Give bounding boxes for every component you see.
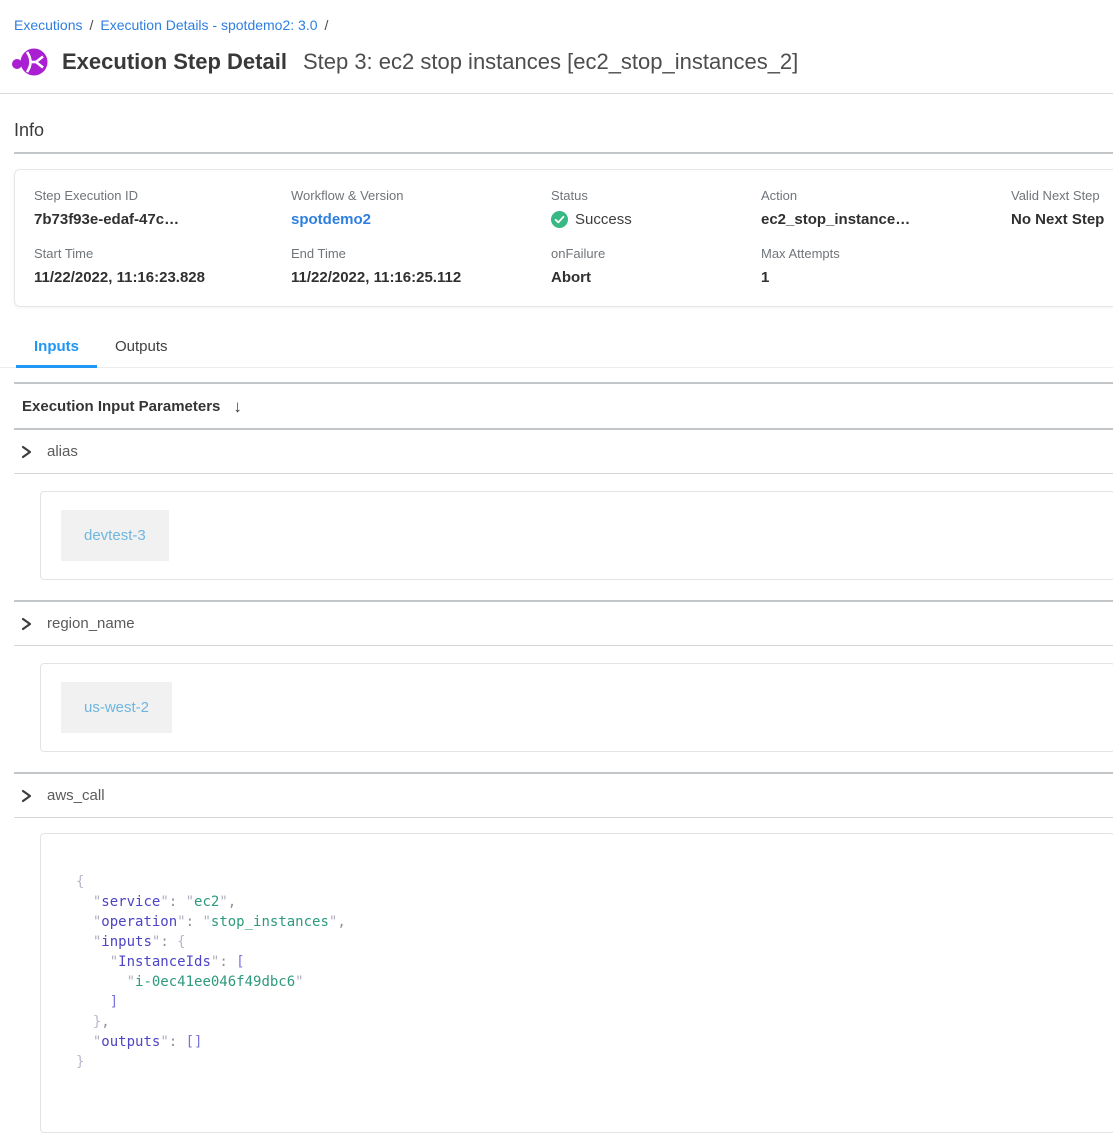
- param-value-chip: us-west-2: [61, 682, 172, 733]
- param-panel-alias: devtest-3: [40, 491, 1113, 580]
- field-end-time: End Time 11/22/2022, 11:16:25.112: [291, 246, 551, 286]
- field-label: Step Execution ID: [34, 188, 291, 203]
- chevron-right-icon: [20, 445, 33, 459]
- field-workflow-version: Workflow & Version spotdemo2: [291, 188, 551, 228]
- field-max-attempts: Max Attempts 1: [761, 246, 1011, 286]
- field-onfailure: onFailure Abort: [551, 246, 761, 286]
- divider: [14, 645, 1113, 646]
- info-heading: Info: [14, 120, 1099, 141]
- field-label: Status: [551, 188, 761, 203]
- workflow-link[interactable]: spotdemo2: [291, 211, 551, 228]
- divider: [14, 152, 1113, 154]
- param-name: alias: [47, 443, 78, 460]
- chevron-right-icon: [20, 789, 33, 803]
- page-title: Execution Step Detail: [62, 49, 287, 75]
- param-header-region-name[interactable]: region_name: [0, 602, 1113, 645]
- step-info-card: Step Execution ID 7b73f93e-edaf-47c… Wor…: [14, 169, 1113, 307]
- param-header-alias[interactable]: alias: [0, 430, 1113, 473]
- field-label: End Time: [291, 246, 551, 261]
- param-panel-region-name: us-west-2: [40, 663, 1113, 752]
- param-name: region_name: [47, 615, 135, 632]
- section-title: Execution Input Parameters: [22, 398, 220, 415]
- divider: [0, 93, 1113, 94]
- field-start-time: Start Time 11/22/2022, 11:16:23.828: [34, 246, 291, 286]
- download-arrow-icon[interactable]: ↓: [233, 398, 242, 415]
- app-logo-icon: [12, 45, 48, 79]
- field-label: Max Attempts: [761, 246, 1011, 261]
- field-value: ec2_stop_instance…: [761, 211, 1011, 228]
- tab-inputs[interactable]: Inputs: [16, 330, 97, 368]
- breadcrumb-link-execution-details[interactable]: Execution Details - spotdemo2: 3.0: [100, 17, 317, 33]
- breadcrumb-separator: /: [89, 17, 93, 33]
- param-name: aws_call: [47, 787, 105, 804]
- field-valid-next-step: Valid Next Step No Next Step: [1011, 188, 1113, 228]
- breadcrumb-separator: /: [325, 17, 329, 33]
- divider: [14, 817, 1113, 818]
- field-label: Valid Next Step: [1011, 188, 1113, 203]
- field-label: Action: [761, 188, 1011, 203]
- tab-outputs[interactable]: Outputs: [97, 330, 186, 367]
- page-subtitle: Step 3: ec2 stop instances [ec2_stop_ins…: [303, 49, 798, 75]
- divider: [14, 473, 1113, 474]
- breadcrumb-link-executions[interactable]: Executions: [14, 17, 82, 33]
- tab-bar: Inputs Outputs: [0, 330, 1113, 368]
- field-empty: [1011, 246, 1113, 286]
- field-label: Start Time: [34, 246, 291, 261]
- json-code: { "service": "ec2", "operation": "stop_i…: [76, 872, 1113, 1072]
- status-badge: Success: [575, 211, 632, 228]
- field-status: Status Success: [551, 188, 761, 228]
- param-header-aws-call[interactable]: aws_call: [0, 774, 1113, 817]
- success-check-icon: [551, 211, 568, 228]
- field-value: 11/22/2022, 11:16:25.112: [291, 269, 551, 286]
- field-label: Workflow & Version: [291, 188, 551, 203]
- field-value: 7b73f93e-edaf-47c…: [34, 211, 291, 228]
- field-value: Abort: [551, 269, 761, 286]
- field-value: 11/22/2022, 11:16:23.828: [34, 269, 291, 286]
- field-value: 1: [761, 269, 1011, 286]
- field-action: Action ec2_stop_instance…: [761, 188, 1011, 228]
- page-header: Execution Step Detail Step 3: ec2 stop i…: [0, 33, 1113, 93]
- param-value-chip: devtest-3: [61, 510, 169, 561]
- field-value: No Next Step: [1011, 211, 1113, 228]
- field-label: onFailure: [551, 246, 761, 261]
- execution-input-parameters-header: Execution Input Parameters ↓: [0, 384, 1113, 428]
- field-step-execution-id: Step Execution ID 7b73f93e-edaf-47c…: [34, 188, 291, 228]
- param-panel-aws-call: { "service": "ec2", "operation": "stop_i…: [40, 833, 1113, 1133]
- breadcrumb: Executions / Execution Details - spotdemo2…: [0, 0, 1113, 33]
- chevron-right-icon: [20, 617, 33, 631]
